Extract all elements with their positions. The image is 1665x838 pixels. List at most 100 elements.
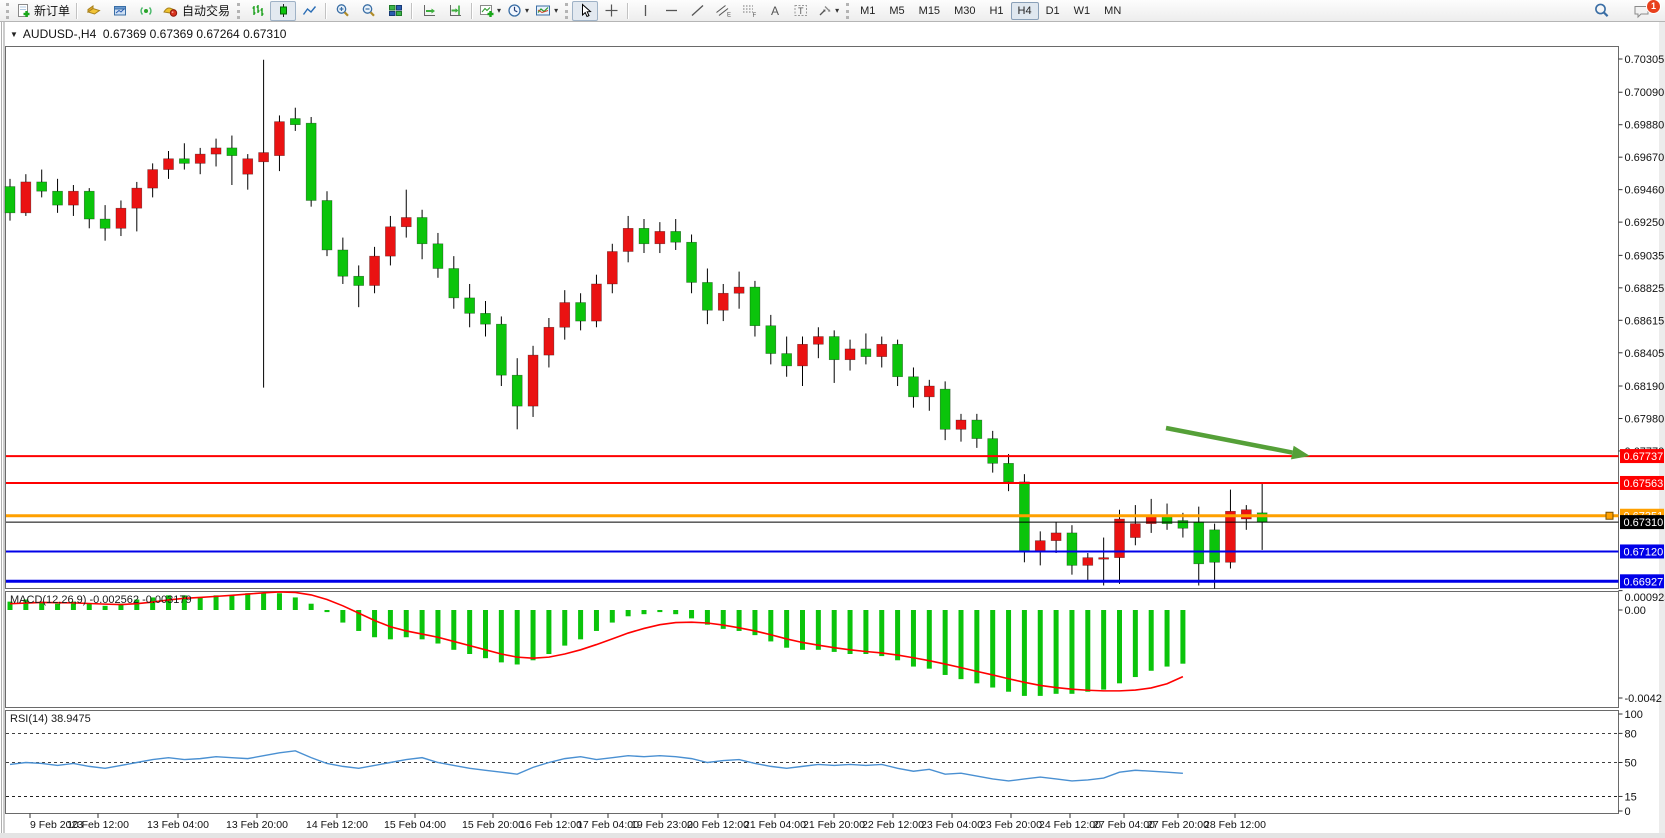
time-label: 22 Feb 12:00	[862, 819, 924, 831]
macd-label: MACD(12,26,9) -0.002562 -0.003179	[10, 594, 192, 606]
zoom-out-button[interactable]	[356, 1, 382, 21]
toolbar-grip[interactable]	[237, 3, 240, 19]
new-order-icon	[16, 3, 31, 18]
add-indicator-icon	[479, 3, 495, 18]
bar-chart-icon	[250, 3, 265, 18]
text-tool-button[interactable]: A	[762, 1, 788, 21]
trendline-icon	[690, 3, 705, 18]
toolbar-grip[interactable]	[6, 3, 9, 19]
market-watch-button[interactable]	[81, 1, 107, 21]
time-label: 27 Feb 20:00	[1147, 819, 1209, 831]
timeframe-button-MN[interactable]: MN	[1097, 2, 1128, 20]
timeframe-button-H1[interactable]: H1	[982, 2, 1010, 20]
add-indicator-button[interactable]: ▾	[476, 1, 504, 21]
svg-text:0: 0	[1625, 806, 1631, 818]
bar-chart-mode-button[interactable]	[244, 1, 270, 21]
svg-text:0.70305: 0.70305	[1625, 54, 1665, 66]
fibonacci-icon: F	[741, 3, 757, 18]
timeframe-group: M1M5M15M30H1H4D1W1MN	[853, 2, 1128, 20]
svg-text:0.000925: 0.000925	[1625, 592, 1665, 604]
fibo-sub-label: F	[753, 13, 757, 18]
chart-canvas[interactable]: 0.703050.700900.698800.696700.694600.692…	[0, 0, 1665, 838]
time-label: 10 Feb 12:00	[67, 819, 129, 831]
notification-badge: 1	[1646, 0, 1661, 14]
svg-text:0.68405: 0.68405	[1625, 348, 1665, 360]
timeframe-button-W1[interactable]: W1	[1067, 2, 1098, 20]
separator	[76, 3, 78, 19]
toolbar-grip[interactable]	[565, 3, 568, 19]
fibonacci-tool-button[interactable]: F	[736, 1, 762, 21]
svg-text:0.69250: 0.69250	[1625, 217, 1665, 229]
crosshair-icon	[604, 3, 619, 18]
chart-shift-icon	[448, 3, 463, 18]
dropdown-caret-icon: ▾	[525, 6, 529, 15]
timeframe-button-M15[interactable]: M15	[912, 2, 947, 20]
chart-shift-button[interactable]	[442, 1, 468, 21]
line-chart-icon	[302, 3, 317, 18]
svg-text:0.67980: 0.67980	[1625, 413, 1665, 425]
text-tool-icon: A	[768, 3, 782, 18]
zoom-in-button[interactable]	[330, 1, 356, 21]
clock-icon	[507, 3, 523, 18]
svg-text:0.66927: 0.66927	[1624, 576, 1664, 588]
new-order-label: 新订单	[34, 2, 70, 19]
templates-button[interactable]: ▾	[532, 1, 561, 21]
line-selection-handle[interactable]	[1606, 512, 1613, 519]
svg-text:0.70090: 0.70090	[1625, 87, 1665, 99]
time-label: 15 Feb 04:00	[384, 819, 446, 831]
broadcast-button[interactable]	[133, 1, 159, 21]
candlestick-icon	[276, 3, 291, 18]
candle-chart-mode-button[interactable]	[270, 1, 296, 21]
text-tool-label: A	[771, 4, 779, 18]
auto-scroll-icon	[422, 3, 437, 18]
time-label: 16 Feb 12:00	[520, 819, 582, 831]
profiles-button[interactable]	[107, 1, 133, 21]
auto-trading-label: 自动交易	[182, 2, 230, 19]
separator	[627, 3, 629, 19]
gold-box-icon	[86, 3, 102, 18]
svg-text:0.67563: 0.67563	[1624, 478, 1664, 490]
template-icon	[535, 3, 552, 18]
trendline-tool-button[interactable]	[684, 1, 710, 21]
periods-button[interactable]: ▾	[504, 1, 532, 21]
time-label: 15 Feb 20:00	[462, 819, 524, 831]
rsi-label: RSI(14) 38.9475	[10, 713, 91, 725]
time-label: 23 Feb 20:00	[980, 819, 1042, 831]
auto-scroll-button[interactable]	[416, 1, 442, 21]
search-button[interactable]	[1589, 1, 1615, 21]
tile-windows-button[interactable]	[382, 1, 408, 21]
svg-text:0.00: 0.00	[1625, 605, 1646, 617]
svg-text:0.69670: 0.69670	[1625, 152, 1665, 164]
timeframe-button-H4[interactable]: H4	[1011, 2, 1039, 20]
timeframe-button-D1[interactable]: D1	[1039, 2, 1067, 20]
auto-trading-button[interactable]: 自动交易	[159, 1, 233, 21]
timeframe-button-M30[interactable]: M30	[947, 2, 982, 20]
notifications-button[interactable]: 1	[1629, 1, 1655, 21]
horizontal-line-tool-button[interactable]	[658, 1, 684, 21]
equidistant-channel-tool-button[interactable]: E	[710, 1, 736, 21]
line-chart-mode-button[interactable]	[296, 1, 322, 21]
svg-text:0.69035: 0.69035	[1625, 250, 1665, 262]
arrows-tool-button[interactable]: ▾	[814, 1, 842, 21]
toolbar-grip[interactable]	[846, 3, 849, 19]
new-order-button[interactable]: 新订单	[13, 1, 73, 21]
svg-text:0.69460: 0.69460	[1625, 185, 1665, 197]
symbol-dropdown-caret-icon[interactable]: ▼	[10, 30, 18, 39]
profiles-icon	[112, 3, 128, 18]
time-label: 20 Feb 12:00	[687, 819, 749, 831]
arrows-tool-icon	[817, 3, 833, 18]
timeframe-button-M1[interactable]: M1	[853, 2, 882, 20]
cursor-icon	[578, 3, 593, 18]
vertical-line-tool-button[interactable]	[632, 1, 658, 21]
svg-text:0.67737: 0.67737	[1624, 451, 1664, 463]
zoom-in-icon	[335, 3, 351, 18]
chart-title[interactable]: ▼ AUDUSD-,H4 0.67369 0.67369 0.67264 0.6…	[10, 27, 286, 41]
crosshair-tool-button[interactable]	[598, 1, 624, 21]
label-tool-button[interactable]: T	[788, 1, 814, 21]
auto-trading-icon	[162, 3, 179, 18]
cursor-tool-button[interactable]	[572, 1, 598, 21]
time-label: 24 Feb 12:00	[1039, 819, 1101, 831]
mt4-window: 新订单	[0, 0, 1665, 838]
svg-text:15: 15	[1625, 791, 1637, 803]
timeframe-button-M5[interactable]: M5	[882, 2, 911, 20]
